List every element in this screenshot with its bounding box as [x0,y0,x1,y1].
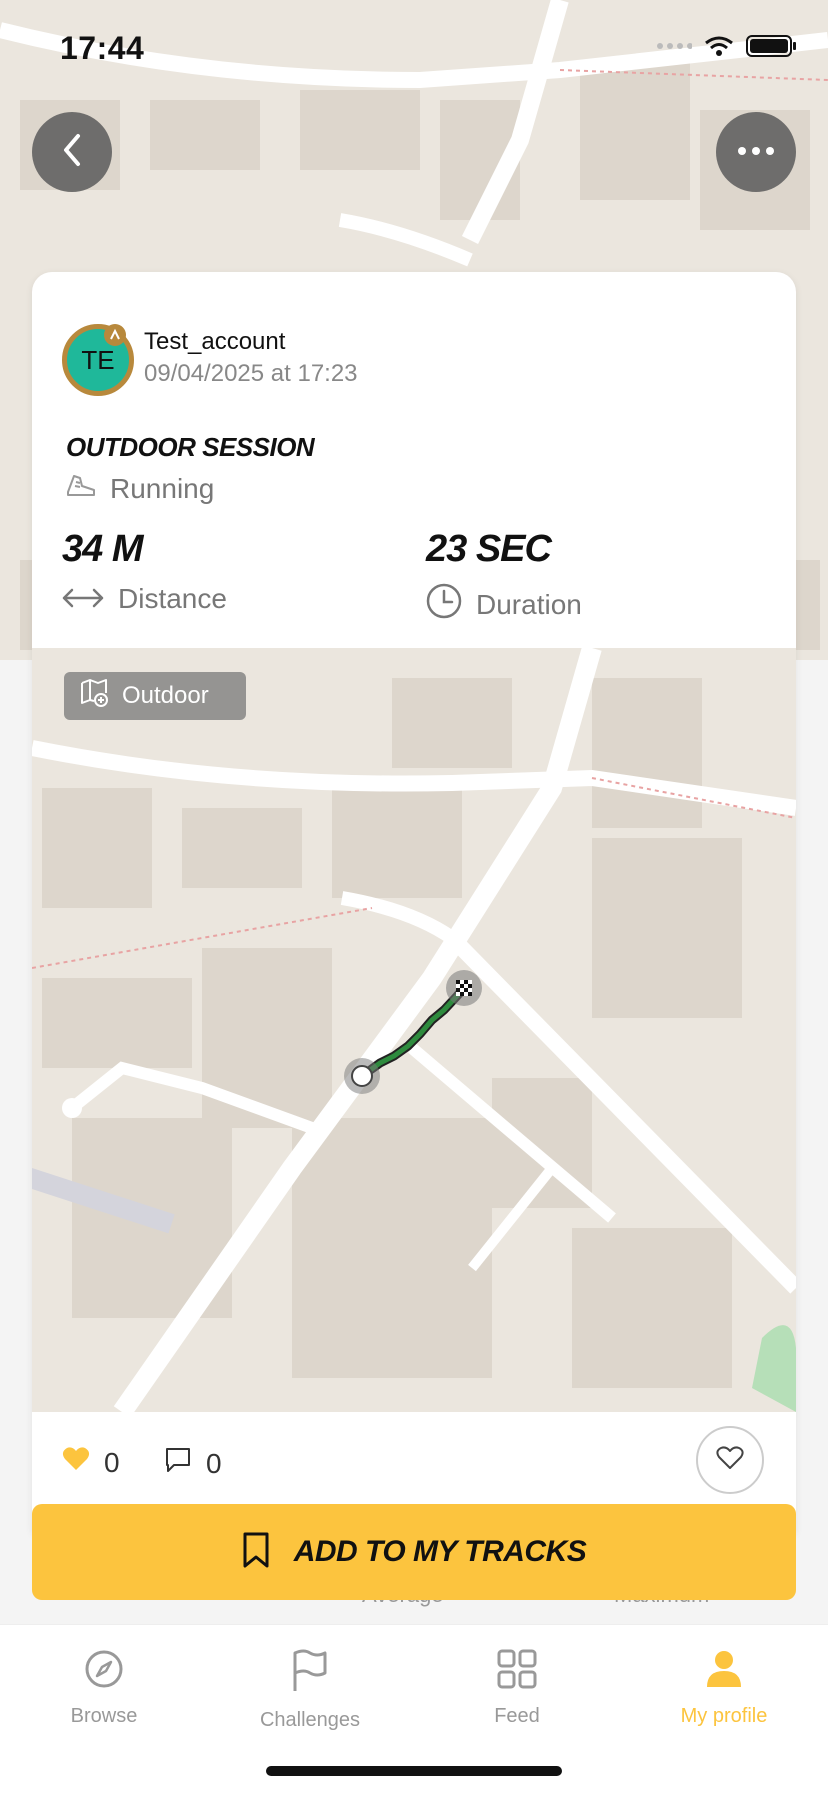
distance-value: 34 M [62,528,143,570]
route-map[interactable]: Outdoor [32,648,796,1412]
comment-count: 0 [206,1447,222,1479]
tab-feed[interactable]: Feed [437,1649,597,1728]
tab-feed-label: Feed [494,1705,540,1727]
heart-outline-icon [716,1445,744,1476]
battery-icon [746,34,798,63]
more-options-button[interactable] [716,112,796,192]
comment-counter[interactable]: 0 [164,1446,222,1481]
wifi-icon [704,35,734,62]
distance-label: Distance [118,583,227,614]
status-bar: 17:44 [0,0,828,96]
activity-card: TE Test_account 09/04/2025 at 17:23 OUTD… [32,272,796,1532]
person-icon [704,1649,744,1695]
tab-my-profile-label: My profile [680,1705,768,1727]
tab-browse-label: Browse [70,1705,138,1727]
signal-icon [656,36,693,61]
tab-challenges-label: Challenges [259,1709,361,1731]
avatar-initials: TE [81,344,115,375]
running-shoe-icon [66,472,96,505]
user-name[interactable]: Test_account [144,328,285,356]
home-indicator [266,1766,562,1776]
compass-icon [84,1649,124,1695]
sport-type: Running [66,472,214,505]
status-time: 17:44 [60,30,145,66]
back-button[interactable] [32,112,112,192]
arrows-horizontal-icon [62,583,104,615]
distance-stat: 34 M Distance [62,528,227,615]
route-start-icon [344,1058,380,1094]
like-count: 0 [104,1446,120,1478]
duration-label: Duration [476,588,582,620]
finish-flag-icon [446,970,482,1006]
duration-stat: 23 SEC Duration [426,528,582,626]
activity-date: 09/04/2025 at 17:23 [144,360,358,387]
tab-browse[interactable]: Browse [24,1649,184,1728]
flag-icon [290,1649,330,1699]
sport-label: Running [110,472,215,504]
add-to-tracks-button[interactable]: ADD TO MY TRACKS [32,1504,796,1600]
add-to-tracks-label: ADD TO MY TRACKS [293,1535,587,1568]
tab-my-profile[interactable]: My profile [644,1649,804,1728]
tab-challenges[interactable]: Challenges [230,1649,390,1732]
chevron-left-icon [60,132,84,173]
ellipsis-icon [736,143,776,161]
clock-icon [426,583,462,626]
like-button[interactable] [696,1426,764,1494]
session-title: OUTDOOR SESSION [66,432,315,462]
bookmark-icon [242,1531,270,1574]
comment-icon [164,1446,192,1481]
outdoor-tag-label: Outdoor [122,682,209,709]
map-pin-icon [80,678,110,714]
heart-filled-icon [62,1446,90,1479]
level-badge-icon [104,324,126,346]
social-row: 0 0 [32,1412,796,1512]
like-counter[interactable]: 0 [62,1446,120,1479]
duration-value: 23 SEC [426,528,552,570]
outdoor-tag: Outdoor [64,672,246,720]
grid-icon [497,1649,537,1695]
route-path [357,983,469,1081]
